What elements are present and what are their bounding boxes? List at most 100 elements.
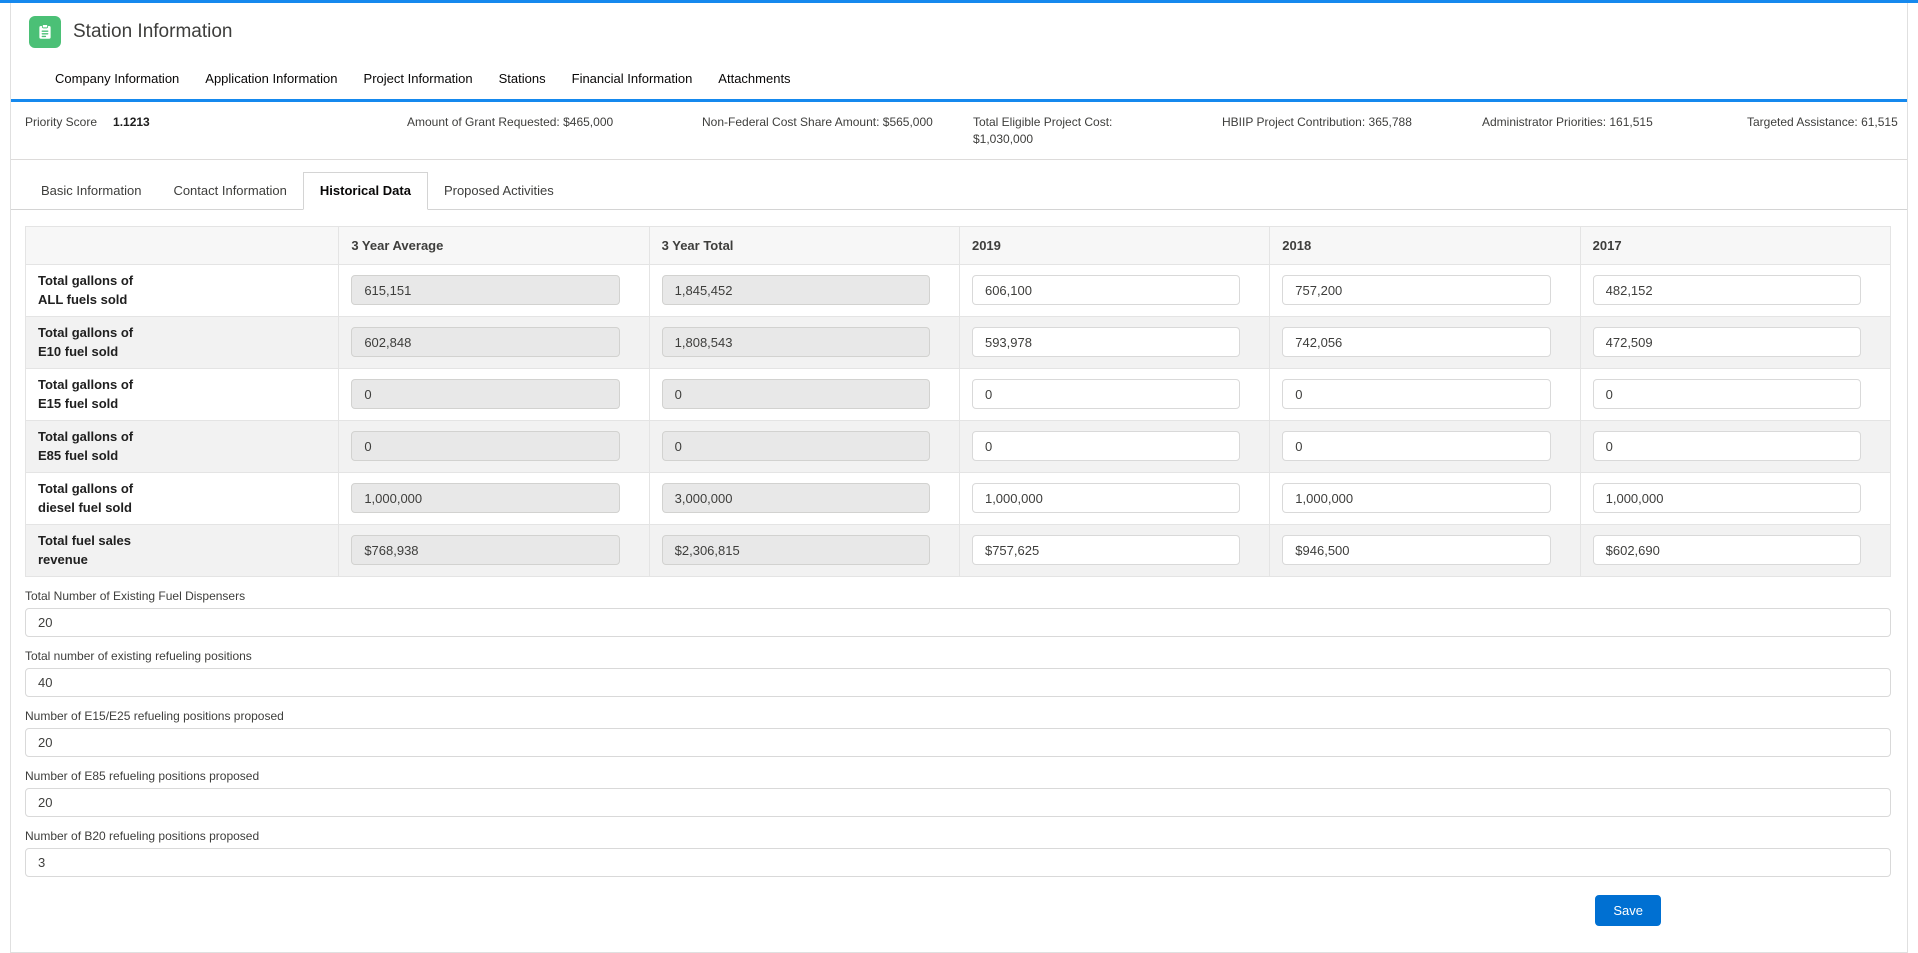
revenue-3yr-average-input bbox=[351, 535, 619, 565]
field-total-dispensers: Total Number of Existing Fuel Dispensers bbox=[25, 589, 1891, 637]
e10-3yr-average-input bbox=[351, 327, 619, 357]
highlight-label: Priority Score bbox=[25, 115, 97, 129]
top-nav-tabs: Company Information Application Informat… bbox=[11, 57, 1907, 102]
all-fuels-2017-input[interactable] bbox=[1593, 275, 1861, 305]
subtab-contact-information[interactable]: Contact Information bbox=[157, 173, 302, 209]
station-information-page: Station Information Company Information … bbox=[10, 3, 1908, 953]
save-button[interactable]: Save bbox=[1595, 895, 1661, 926]
tab-company-information[interactable]: Company Information bbox=[55, 61, 179, 99]
e85-2017-input[interactable] bbox=[1593, 431, 1861, 461]
diesel-2018-input[interactable] bbox=[1282, 483, 1550, 513]
col-header-2019: 2019 bbox=[959, 226, 1269, 264]
table-row-e85: Total gallons of E85 fuel sold bbox=[26, 420, 1891, 472]
highlight-value: 61,515 bbox=[1861, 115, 1898, 129]
table-row-revenue: Total fuel sales revenue bbox=[26, 524, 1891, 576]
highlight-label: Amount of Grant Requested: bbox=[407, 115, 560, 129]
highlight-value: 161,515 bbox=[1609, 115, 1652, 129]
e15-2017-input[interactable] bbox=[1593, 379, 1861, 409]
all-fuels-2018-input[interactable] bbox=[1282, 275, 1550, 305]
field-existing-refueling-positions: Total number of existing refueling posit… bbox=[25, 649, 1891, 697]
e10-3yr-total-input bbox=[662, 327, 930, 357]
table-row-all-fuels: Total gallons of ALL fuels sold bbox=[26, 264, 1891, 316]
e15-e25-positions-input[interactable] bbox=[25, 728, 1891, 757]
field-label: Number of E85 refueling positions propos… bbox=[25, 769, 1891, 783]
e10-2017-input[interactable] bbox=[1593, 327, 1861, 357]
all-fuels-3yr-total-input bbox=[662, 275, 930, 305]
highlight-value: 365,788 bbox=[1369, 115, 1412, 129]
highlight-priority-score: Priority Score 1.1213 bbox=[25, 114, 407, 131]
highlight-hbiip-contribution: HBIIP Project Contribution: 365,788 bbox=[1222, 114, 1482, 131]
diesel-2019-input[interactable] bbox=[972, 483, 1240, 513]
e15-2018-input[interactable] bbox=[1282, 379, 1550, 409]
b20-positions-input[interactable] bbox=[25, 848, 1891, 877]
table-corner-header bbox=[26, 226, 339, 264]
revenue-2018-input[interactable] bbox=[1282, 535, 1550, 565]
diesel-3yr-total-input bbox=[662, 483, 930, 513]
row-label-line2: E15 fuel sold bbox=[38, 394, 326, 414]
subtab-proposed-activities[interactable]: Proposed Activities bbox=[428, 173, 570, 209]
col-header-2017: 2017 bbox=[1580, 226, 1890, 264]
field-e15-e25-positions-proposed: Number of E15/E25 refueling positions pr… bbox=[25, 709, 1891, 757]
all-fuels-3yr-average-input bbox=[351, 275, 619, 305]
highlight-administrator-priorities: Administrator Priorities: 161,515 bbox=[1482, 114, 1747, 131]
field-label: Total number of existing refueling posit… bbox=[25, 649, 1891, 663]
row-label-line1: Total fuel sales bbox=[38, 531, 326, 551]
historical-fuel-table: 3 Year Average 3 Year Total 2019 2018 20… bbox=[25, 226, 1891, 577]
subtab-basic-information[interactable]: Basic Information bbox=[25, 173, 157, 209]
highlight-grant-requested: Amount of Grant Requested: $465,000 bbox=[407, 114, 702, 131]
row-label-line2: revenue bbox=[38, 550, 326, 570]
highlight-value: $1,030,000 bbox=[973, 132, 1033, 146]
table-row-diesel: Total gallons of diesel fuel sold bbox=[26, 472, 1891, 524]
all-fuels-2019-input[interactable] bbox=[972, 275, 1240, 305]
tab-project-information[interactable]: Project Information bbox=[364, 61, 473, 99]
col-header-3yr-total: 3 Year Total bbox=[649, 226, 959, 264]
table-header-row: 3 Year Average 3 Year Total 2019 2018 20… bbox=[26, 226, 1891, 264]
field-label: Number of B20 refueling positions propos… bbox=[25, 829, 1891, 843]
row-label-line2: E85 fuel sold bbox=[38, 446, 326, 466]
diesel-3yr-average-input bbox=[351, 483, 619, 513]
row-label-line1: Total gallons of bbox=[38, 427, 326, 447]
clipboard-list-icon bbox=[29, 16, 61, 48]
subtab-historical-data[interactable]: Historical Data bbox=[303, 172, 428, 210]
row-label-line1: Total gallons of bbox=[38, 271, 326, 291]
col-header-2018: 2018 bbox=[1270, 226, 1580, 264]
e85-3yr-average-input bbox=[351, 431, 619, 461]
e10-2018-input[interactable] bbox=[1282, 327, 1550, 357]
field-b20-positions-proposed: Number of B20 refueling positions propos… bbox=[25, 829, 1891, 877]
page-title: Station Information bbox=[73, 21, 232, 43]
historical-data-panel: 3 Year Average 3 Year Total 2019 2018 20… bbox=[11, 210, 1907, 952]
tab-stations[interactable]: Stations bbox=[499, 61, 546, 99]
e85-2019-input[interactable] bbox=[972, 431, 1240, 461]
field-label: Number of E15/E25 refueling positions pr… bbox=[25, 709, 1891, 723]
highlight-targeted-assistance: Targeted Assistance: 61,515 bbox=[1747, 114, 1898, 131]
row-label-line2: ALL fuels sold bbox=[38, 290, 326, 310]
revenue-2019-input[interactable] bbox=[972, 535, 1240, 565]
e15-3yr-average-input bbox=[351, 379, 619, 409]
tab-application-information[interactable]: Application Information bbox=[205, 61, 337, 99]
e10-2019-input[interactable] bbox=[972, 327, 1240, 357]
field-label: Total Number of Existing Fuel Dispensers bbox=[25, 589, 1891, 603]
highlight-label: Administrator Priorities: bbox=[1482, 115, 1606, 129]
e85-2018-input[interactable] bbox=[1282, 431, 1550, 461]
row-label-line2: E10 fuel sold bbox=[38, 342, 326, 362]
tab-financial-information[interactable]: Financial Information bbox=[572, 61, 693, 99]
row-label-line2: diesel fuel sold bbox=[38, 498, 326, 518]
e15-2019-input[interactable] bbox=[972, 379, 1240, 409]
e85-positions-input[interactable] bbox=[25, 788, 1891, 817]
revenue-3yr-total-input bbox=[662, 535, 930, 565]
existing-refueling-positions-input[interactable] bbox=[25, 668, 1891, 697]
revenue-2017-input[interactable] bbox=[1593, 535, 1861, 565]
highlight-label: Targeted Assistance: bbox=[1747, 115, 1858, 129]
highlight-label: Total Eligible Project Cost: bbox=[973, 115, 1112, 129]
diesel-2017-input[interactable] bbox=[1593, 483, 1861, 513]
field-e85-positions-proposed: Number of E85 refueling positions propos… bbox=[25, 769, 1891, 817]
row-label-line1: Total gallons of bbox=[38, 479, 326, 499]
total-dispensers-input[interactable] bbox=[25, 608, 1891, 637]
tab-attachments[interactable]: Attachments bbox=[718, 61, 790, 99]
highlight-eligible-project-cost: Total Eligible Project Cost: $1,030,000 bbox=[973, 114, 1151, 149]
highlight-value: $465,000 bbox=[563, 115, 613, 129]
highlight-value: 1.1213 bbox=[113, 115, 150, 129]
page-header: Station Information bbox=[11, 3, 1907, 57]
highlight-label: Non-Federal Cost Share Amount: bbox=[702, 115, 879, 129]
e85-3yr-total-input bbox=[662, 431, 930, 461]
